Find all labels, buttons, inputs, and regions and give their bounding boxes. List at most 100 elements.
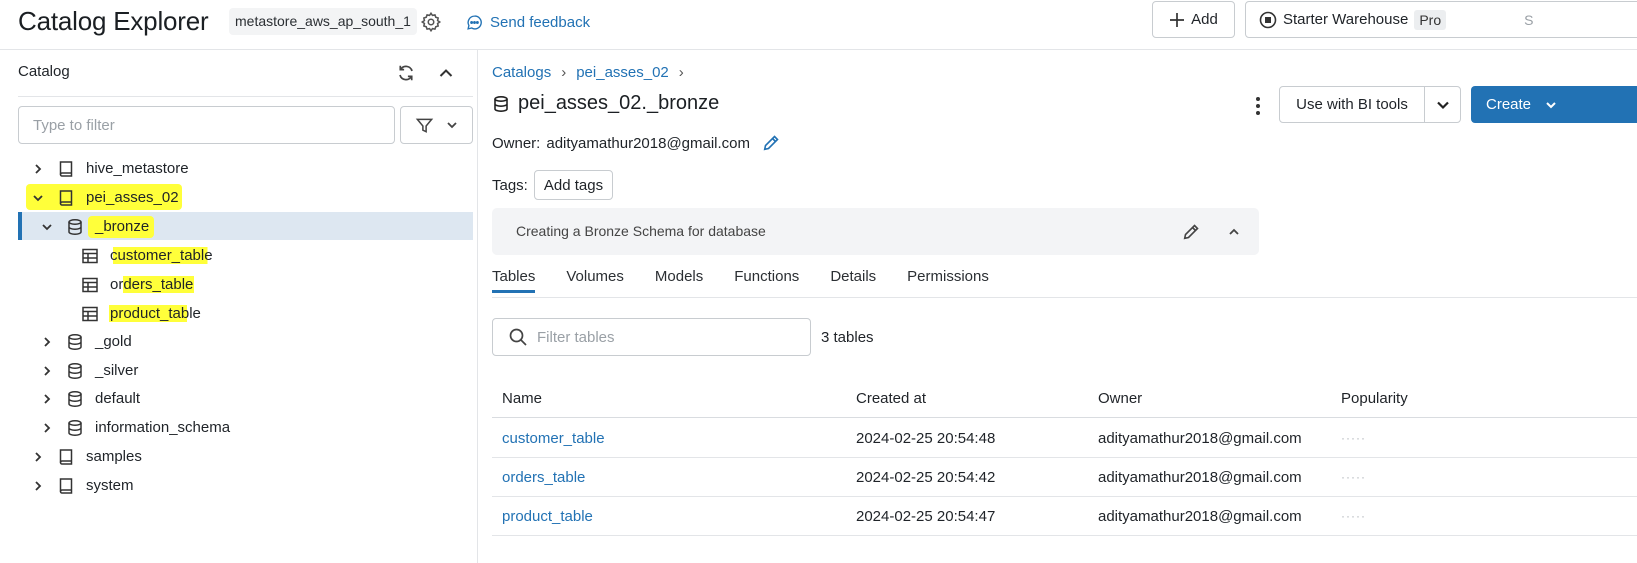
tree-item-bronze[interactable]: _bronze xyxy=(39,212,149,241)
tree-item-samples[interactable]: samples xyxy=(30,442,142,471)
warehouse-selector[interactable]: Starter Warehouse Pro S xyxy=(1245,1,1637,38)
popularity-indicator: ····· xyxy=(1341,431,1366,445)
breadcrumb-catalogs[interactable]: Catalogs xyxy=(492,64,551,81)
filter-dropdown-button[interactable] xyxy=(400,106,473,144)
table-name-link[interactable]: orders_table xyxy=(502,458,585,496)
tree-item-label: _bronze xyxy=(95,218,150,235)
catalog-filter-input[interactable] xyxy=(18,106,395,144)
warehouse-size: S xyxy=(1524,11,1534,28)
popularity-indicator: ····· xyxy=(1341,470,1366,484)
table-row[interactable]: customer_table 2024-02-25 20:54:48 adity… xyxy=(492,419,1637,458)
metastore-selector[interactable]: metastore_aws_ap_south_1 xyxy=(229,8,417,35)
send-feedback-link[interactable]: Send feedback xyxy=(466,10,590,34)
pencil-icon[interactable] xyxy=(762,134,780,152)
tree-item-gold[interactable]: _gold xyxy=(39,327,132,356)
created-at-cell: 2024-02-25 20:54:42 xyxy=(856,468,996,486)
tree-item-hive-metastore[interactable]: hive_metastore xyxy=(30,154,189,183)
refresh-icon[interactable] xyxy=(395,62,417,84)
chevron-right-icon[interactable] xyxy=(39,334,55,350)
tree-item-orders-table[interactable]: orders_table xyxy=(80,270,195,299)
created-at-cell: 2024-02-25 20:54:48 xyxy=(856,429,996,447)
breadcrumb-pei-asses-02[interactable]: pei_asses_02 xyxy=(576,64,669,81)
chevron-down-icon xyxy=(446,119,458,131)
tab-models[interactable]: Models xyxy=(655,268,703,293)
kebab-menu-icon[interactable] xyxy=(1248,93,1268,119)
owner-cell: adityamathur2018@gmail.com xyxy=(1098,468,1302,486)
chevron-right-icon[interactable] xyxy=(39,420,55,436)
tree-item-pei-asses-02[interactable]: pei_asses_02 xyxy=(30,183,179,212)
tree-item-label: _silver xyxy=(95,362,139,379)
search-icon xyxy=(508,327,528,347)
tree-item-label: _gold xyxy=(95,333,132,350)
chevron-right-icon[interactable] xyxy=(30,161,46,177)
tab-permissions[interactable]: Permissions xyxy=(907,268,989,293)
schema-database-icon xyxy=(65,361,85,381)
panel-divider[interactable] xyxy=(477,50,478,563)
chevron-right-icon[interactable] xyxy=(39,363,55,379)
warehouse-tier-badge: Pro xyxy=(1414,9,1447,30)
tree-item-product-table[interactable]: product_table xyxy=(80,299,202,328)
header-divider xyxy=(0,49,1637,50)
sidebar-divider xyxy=(18,96,473,97)
schema-title-text: pei_asses_02._bronze xyxy=(518,92,720,114)
chevron-down-icon[interactable] xyxy=(1425,87,1460,122)
tab-details[interactable]: Details xyxy=(830,268,876,293)
chevron-down-icon[interactable] xyxy=(30,190,46,206)
tab-functions[interactable]: Functions xyxy=(734,268,799,293)
schema-database-icon xyxy=(65,389,85,409)
table-grid-icon xyxy=(80,304,100,324)
schema-title: pei_asses_02._bronze xyxy=(492,92,719,115)
column-header-owner[interactable]: Owner xyxy=(1098,380,1142,417)
tree-item-label: pei_asses_02 xyxy=(86,189,179,206)
stop-circle-icon xyxy=(1259,11,1277,29)
table-filter-input[interactable] xyxy=(537,328,787,346)
tags-label: Tags: xyxy=(492,176,528,194)
tree-item-default[interactable]: default xyxy=(39,384,140,413)
add-button-label: Add xyxy=(1191,11,1218,28)
chevron-right-icon[interactable] xyxy=(39,391,55,407)
tree-item-customer-table[interactable]: customer_table xyxy=(80,241,214,270)
chevron-right-icon[interactable] xyxy=(30,449,46,465)
table-name-link[interactable]: product_table xyxy=(502,497,593,535)
tags-line: Tags: Add tags xyxy=(492,170,614,200)
popularity-indicator: ····· xyxy=(1341,509,1366,523)
tree-item-label: samples xyxy=(86,448,142,465)
table-grid-icon xyxy=(80,275,100,295)
tab-volumes[interactable]: Volumes xyxy=(566,268,624,293)
page-title: Catalog Explorer xyxy=(18,6,209,36)
chevron-up-icon[interactable] xyxy=(435,62,457,84)
tree-item-information-schema[interactable]: information_schema xyxy=(39,413,230,442)
chevron-down-icon[interactable] xyxy=(39,219,55,235)
tree-item-label: default xyxy=(95,390,141,407)
bi-tools-label[interactable]: Use with BI tools xyxy=(1280,87,1425,122)
catalog-book-icon xyxy=(56,188,76,208)
table-row[interactable]: orders_table 2024-02-25 20:54:42 adityam… xyxy=(492,458,1637,497)
warehouse-name: Starter Warehouse xyxy=(1283,11,1409,28)
schema-database-icon xyxy=(65,217,85,237)
description-panel: Creating a Bronze Schema for database xyxy=(492,208,1259,255)
chevron-right-icon[interactable] xyxy=(30,478,46,494)
catalog-book-icon xyxy=(56,159,76,179)
add-button[interactable]: Add xyxy=(1152,1,1235,38)
owner-label: Owner: xyxy=(492,134,541,152)
add-tags-button[interactable]: Add tags xyxy=(533,170,614,200)
pencil-icon[interactable] xyxy=(1180,221,1202,243)
column-header-created-at[interactable]: Created at xyxy=(856,380,926,417)
column-header-popularity[interactable]: Popularity xyxy=(1341,380,1408,417)
column-header-name[interactable]: Name xyxy=(502,380,542,417)
create-button[interactable]: Create xyxy=(1471,86,1637,123)
use-with-bi-tools-button[interactable]: Use with BI tools xyxy=(1279,86,1461,123)
schema-database-icon xyxy=(65,332,85,352)
table-name-link[interactable]: customer_table xyxy=(502,419,605,457)
tab-tables[interactable]: Tables xyxy=(492,268,536,293)
table-filter-box[interactable] xyxy=(492,318,811,356)
table-row[interactable]: product_table 2024-02-25 20:54:47 aditya… xyxy=(492,497,1637,536)
chevron-up-icon[interactable] xyxy=(1224,222,1244,242)
created-at-cell: 2024-02-25 20:54:47 xyxy=(856,507,996,525)
schema-database-icon xyxy=(65,418,85,438)
catalog-book-icon xyxy=(56,476,76,496)
tree-item-silver[interactable]: _silver xyxy=(39,356,138,385)
tabs-divider xyxy=(492,297,1637,298)
gear-icon[interactable] xyxy=(418,9,444,35)
tree-item-system[interactable]: system xyxy=(30,471,134,500)
